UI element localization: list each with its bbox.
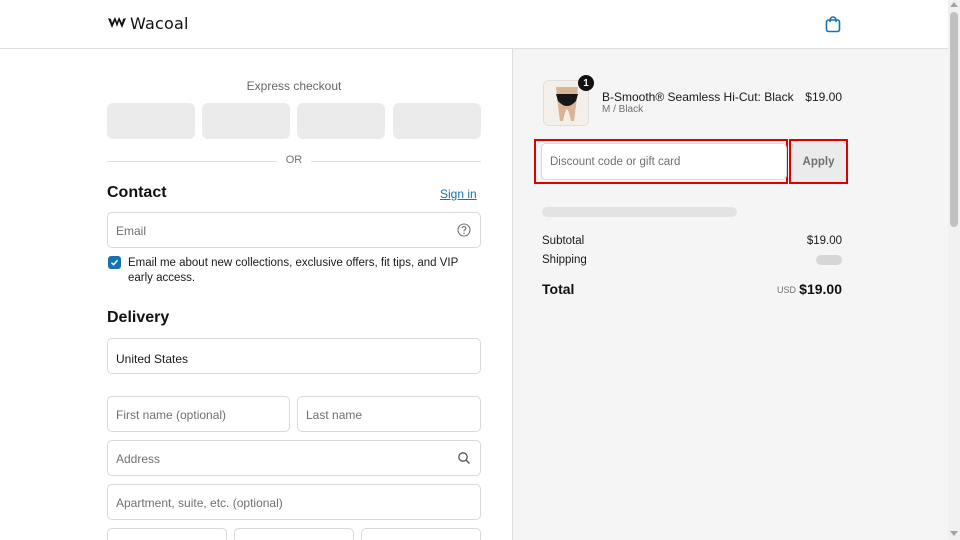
country-select[interactable]: United States <box>107 338 481 374</box>
express-pay-button-1[interactable] <box>107 103 195 139</box>
quantity-badge: 1 <box>578 75 594 91</box>
help-circle-icon[interactable] <box>457 223 471 237</box>
brand-name: Wacoal <box>130 13 189 33</box>
contact-title: Contact <box>107 184 167 201</box>
subtotal-label: Subtotal <box>542 235 585 247</box>
address-placeholder: Address <box>116 452 161 466</box>
email-field[interactable]: Email <box>107 212 481 248</box>
loading-placeholder-bar <box>542 207 737 217</box>
or-divider: OR <box>107 154 481 168</box>
address-field[interactable]: Address <box>107 440 481 476</box>
divider-line-right <box>311 161 481 162</box>
product-variant: M / Black <box>602 104 644 115</box>
checkmark-icon <box>110 259 119 266</box>
discount-code-field[interactable]: Discount code or gift card <box>541 143 787 180</box>
apartment-field[interactable]: Apartment, suite, etc. (optional) <box>107 484 481 520</box>
brand-logo[interactable]: Wacoal <box>107 13 189 33</box>
sign-in-link[interactable]: Sign in <box>440 187 477 201</box>
express-pay-button-2[interactable] <box>202 103 290 139</box>
state-field[interactable] <box>234 528 354 540</box>
subtotal-value: $19.00 <box>806 235 842 247</box>
site-header: Wacoal <box>0 0 948 49</box>
apply-highlight: Apply <box>789 139 848 184</box>
first-name-placeholder: First name (optional) <box>116 408 227 422</box>
marketing-checkbox[interactable] <box>108 256 121 269</box>
marketing-checkbox-label: Email me about new collections, exclusiv… <box>128 257 459 284</box>
search-icon <box>458 452 470 464</box>
city-field[interactable] <box>107 528 227 540</box>
total-currency: USD <box>777 285 797 295</box>
page-scrollbar[interactable] <box>948 0 960 540</box>
apartment-placeholder: Apartment, suite, etc. (optional) <box>116 496 283 510</box>
country-value: United States <box>116 352 189 366</box>
last-name-field[interactable]: Last name <box>297 396 481 432</box>
shopping-bag-icon[interactable] <box>824 15 842 33</box>
shipping-label: Shipping <box>542 254 587 266</box>
product-price: $19.00 <box>805 90 842 104</box>
zip-field[interactable] <box>361 528 481 540</box>
express-pay-button-3[interactable] <box>297 103 385 139</box>
product-name: B-Smooth® Seamless Hi-Cut: Black <box>602 90 794 104</box>
delivery-title: Delivery <box>107 309 170 326</box>
last-name-placeholder: Last name <box>306 408 363 422</box>
wacoal-logo-icon <box>108 17 126 28</box>
scrollbar-thumb[interactable] <box>950 12 958 227</box>
apply-button[interactable]: Apply <box>791 141 846 182</box>
discount-placeholder: Discount code or gift card <box>550 156 681 168</box>
scroll-down-arrow-icon[interactable] <box>950 531 958 536</box>
scroll-up-arrow-icon[interactable] <box>950 2 958 7</box>
email-placeholder: Email <box>116 224 147 238</box>
total-value: $19.00 <box>799 281 842 297</box>
total-label: Total <box>542 281 575 297</box>
first-name-field[interactable]: First name (optional) <box>107 396 290 432</box>
or-label: OR <box>285 154 303 166</box>
express-checkout-label: Express checkout <box>246 79 342 93</box>
express-pay-button-4[interactable] <box>393 103 481 139</box>
shipping-loading-pill <box>816 255 842 265</box>
